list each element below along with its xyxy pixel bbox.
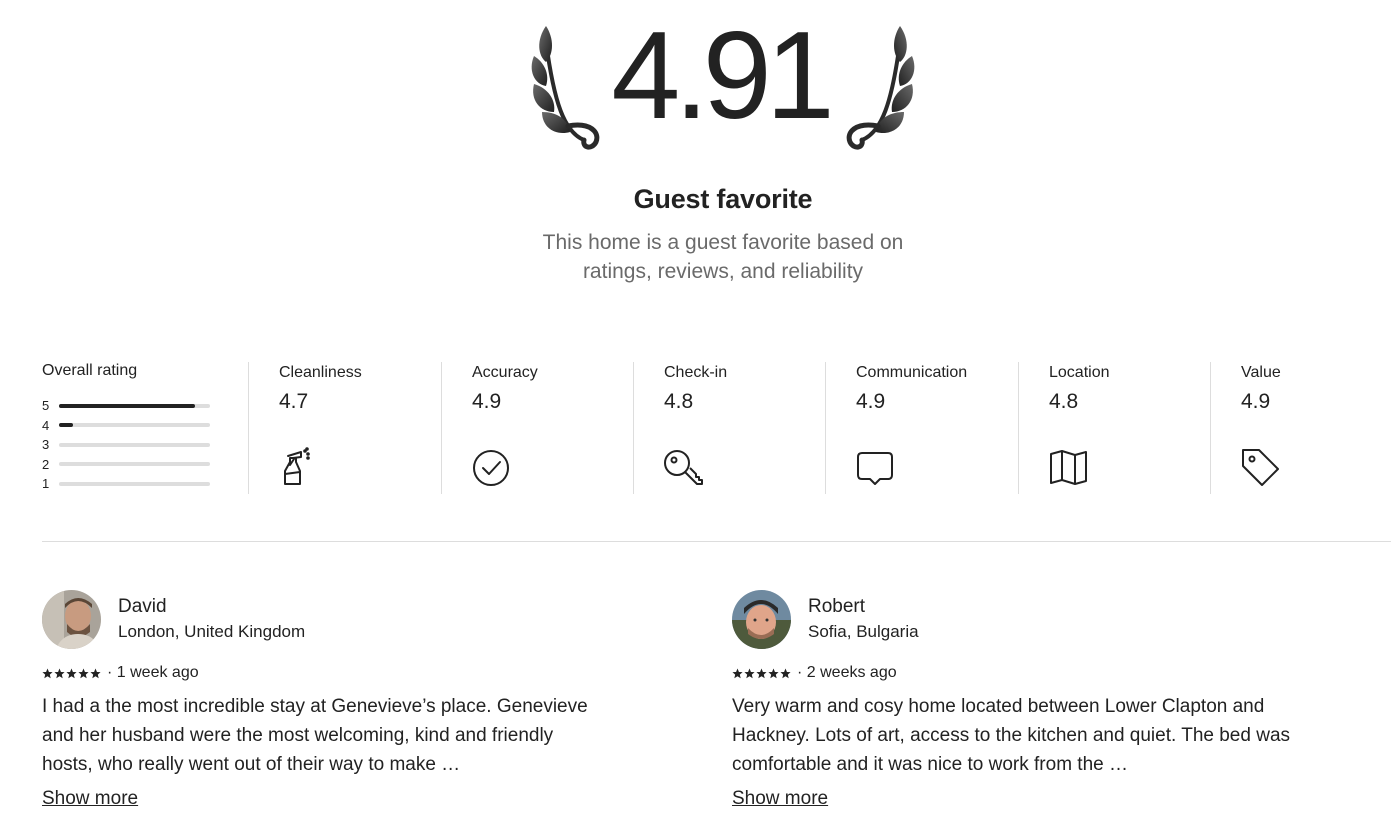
star-icon [780,668,791,678]
category-location: Location 4.8 [1018,362,1210,494]
star-icon [78,668,89,678]
rating-bar-label: 4 [42,417,50,433]
rating-bar-row: 4 [42,416,210,436]
chat-bubble-icon [857,452,893,485]
laurel-left-icon [531,26,600,150]
category-score: 4.9 [856,390,886,413]
category-cleanliness: Cleanliness 4.7 [248,362,441,494]
rating-bar-fill [59,423,73,428]
category-value: Value 4.9 [1210,362,1391,494]
category-check-in: Check-in 4.8 [633,362,825,494]
rating-bar-row: 3 [42,435,210,455]
check-circle-icon [473,450,509,486]
star-icon [768,668,779,678]
category-label: Cleanliness [279,364,362,381]
star-rating [42,668,101,679]
review-meta: · 1 week ago [42,664,199,682]
avatar[interactable] [732,590,791,649]
overall-rating-title: Overall rating [42,362,138,379]
star-icon [90,668,101,678]
avatar[interactable] [42,590,101,649]
category-label: Check-in [664,364,728,381]
rating-bar-fill [59,403,195,408]
rating-bar-track [59,462,210,467]
rating-bar-track [59,442,210,447]
guest-favorite-title: Guest favorite [633,184,813,214]
review-time: · 1 week ago [107,664,199,681]
star-icon [54,668,65,678]
key-icon [664,450,703,485]
review-text: Very warm and cosy home located between … [732,696,1291,775]
star-icon [42,668,53,678]
category-label: Location [1049,364,1110,381]
review-meta: · 2 weeks ago [732,664,897,682]
rating-bar-row: 1 [42,474,210,494]
category-score: 4.9 [1241,390,1271,413]
guest-favorite-subtitle: This home is a guest favorite based on r… [542,231,904,283]
rating-bar-track [59,423,210,428]
category-score: 4.9 [472,390,502,413]
reviewer-name: Robert [808,596,866,617]
rating-bar-label: 1 [42,476,50,492]
star-icon [744,668,755,678]
category-score: 4.7 [279,390,309,413]
category-score: 4.8 [664,390,694,413]
price-tag-icon [1242,449,1279,486]
rating-bar-row: 2 [42,455,210,475]
rating-bar-label: 2 [42,456,50,472]
category-accuracy: Accuracy 4.9 [441,362,633,494]
laurel-right-icon [846,26,915,150]
star-icon [756,668,767,678]
rating-bar-label: 5 [42,398,50,414]
category-label: Communication [856,364,968,381]
overall-score: 4.91 [611,7,834,145]
star-rating [732,668,791,679]
category-communication: Communication 4.9 [825,362,1018,494]
rating-distribution: 5 4 3 2 1 [42,396,210,494]
rating-bar-row: 5 [42,396,210,416]
reviewer-name: David [118,596,167,617]
star-icon [66,668,77,678]
section-divider [42,541,1391,542]
ratings-summary: Overall rating 5 4 3 2 1 Cleanliness 4.7… [42,362,1391,494]
show-more-link[interactable]: Show more [42,788,138,810]
guest-favorite-hero: 4.91 Guest favorite This home is a guest… [0,0,1391,300]
rating-bar-track [59,481,210,486]
review-time: · 2 weeks ago [797,664,897,681]
star-icon [732,668,743,678]
reviewer-location: London, United Kingdom [118,622,306,641]
category-label: Value [1241,364,1281,381]
category-score: 4.8 [1049,390,1079,413]
review-text: I had a the most incredible stay at Gene… [42,696,588,775]
map-icon [1050,450,1087,485]
rating-bar-label: 3 [42,437,50,453]
category-label: Accuracy [472,364,538,381]
show-more-link[interactable]: Show more [732,788,828,810]
overall-rating: Overall rating 5 4 3 2 1 [42,362,248,494]
rating-bar-track [59,403,210,408]
reviewer-location: Sofia, Bulgaria [808,622,919,641]
spray-bottle-icon [284,447,310,485]
